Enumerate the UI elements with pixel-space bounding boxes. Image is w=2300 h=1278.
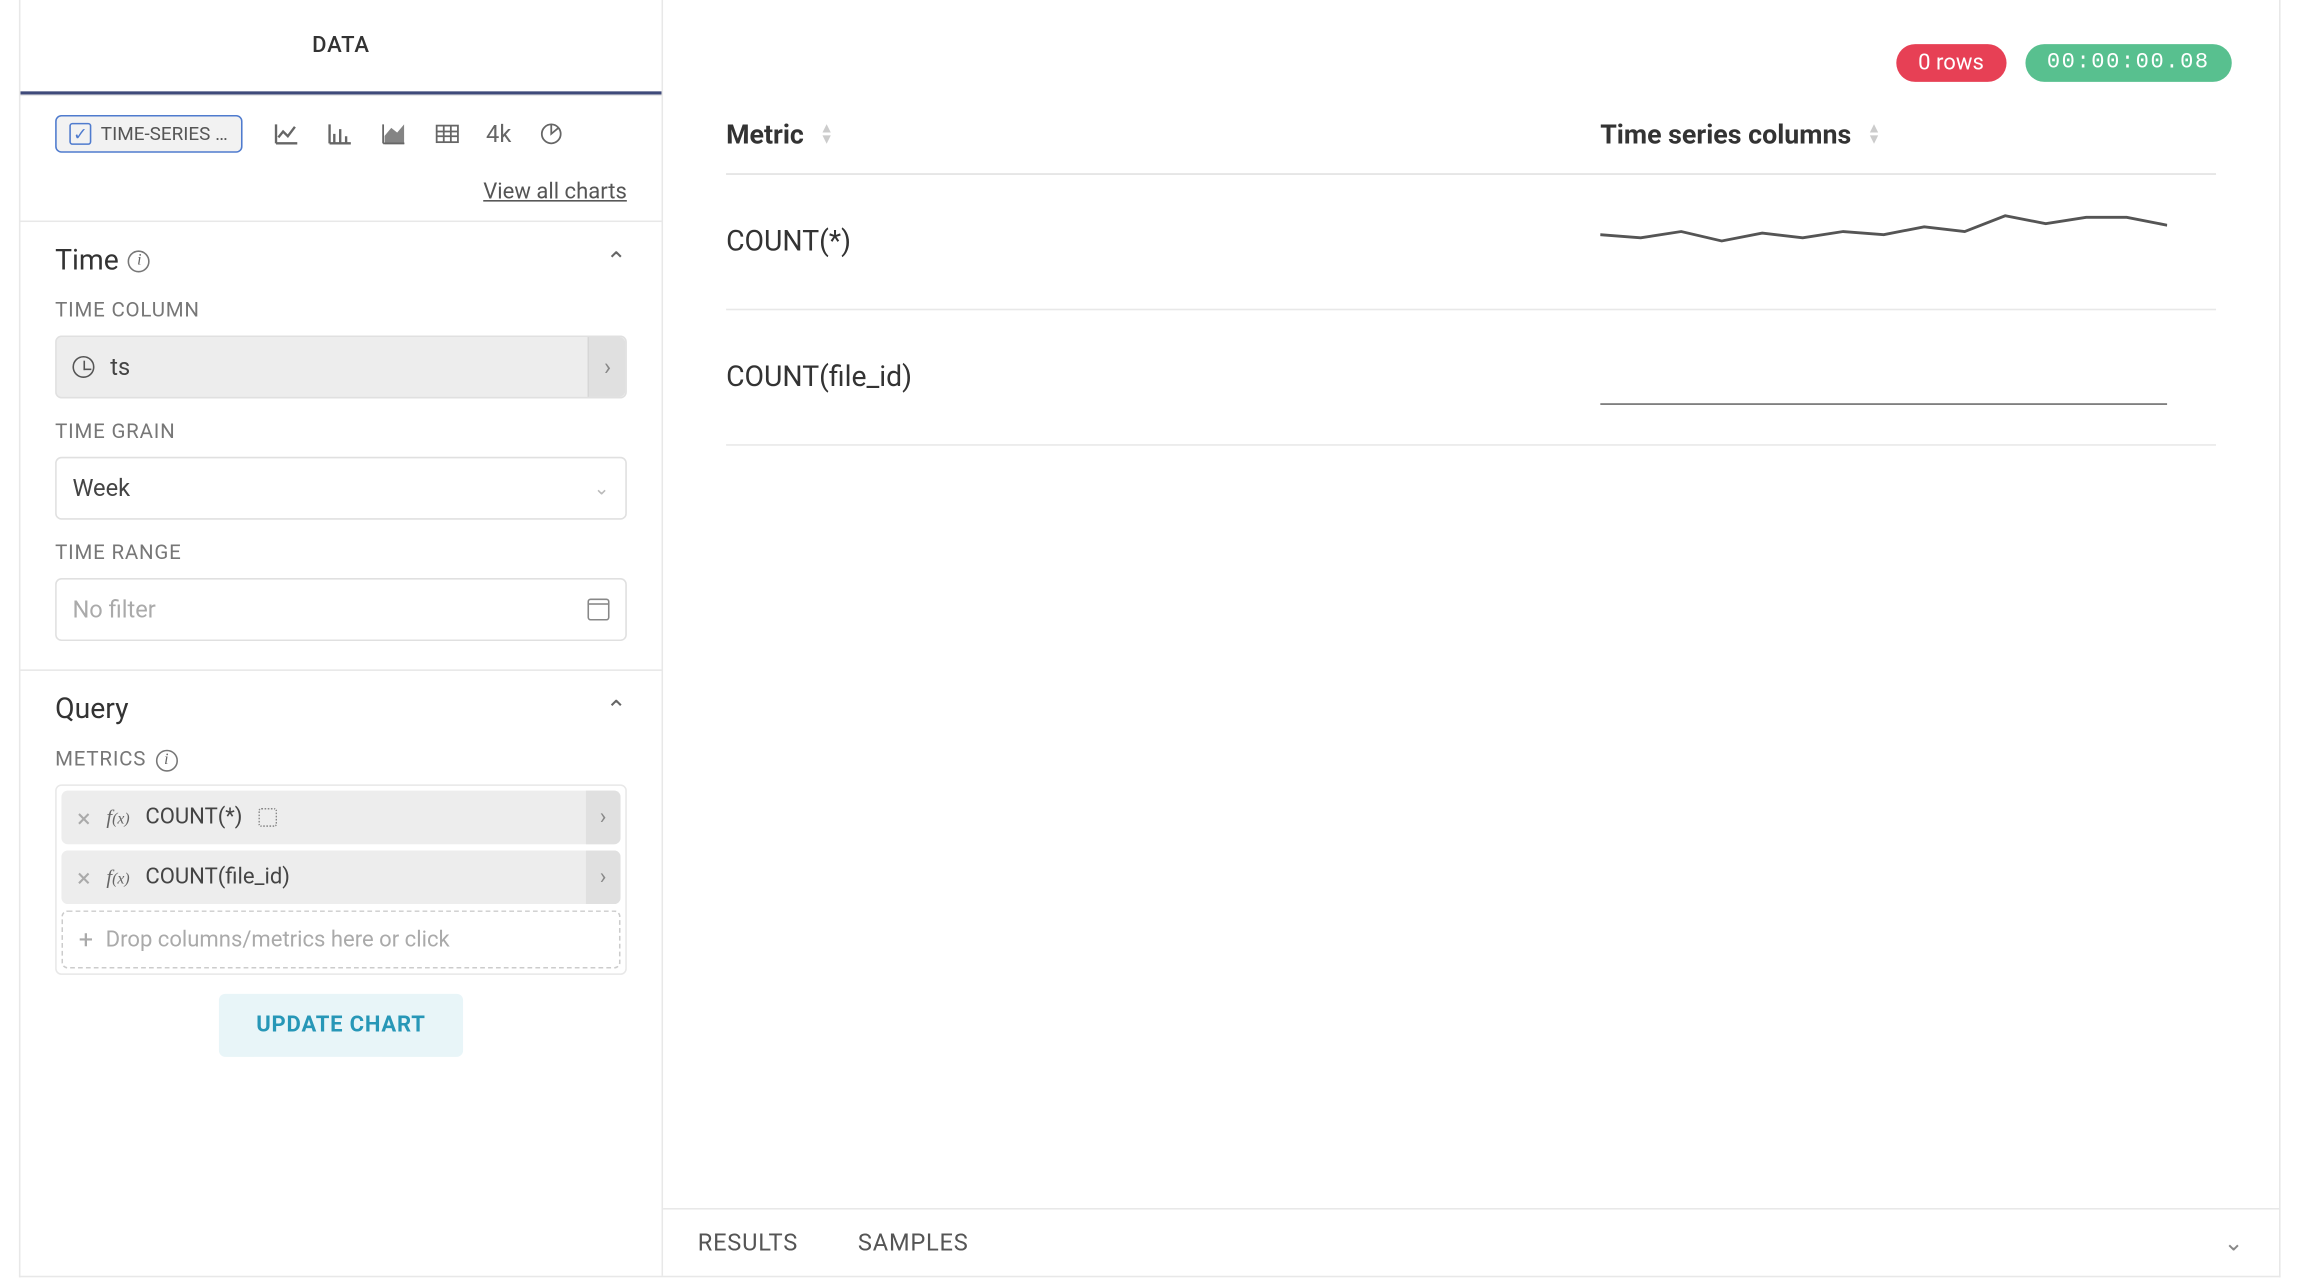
bottom-tabs: RESULTS SAMPLES ⌄ — [663, 1208, 2279, 1276]
column-header-metric[interactable]: Metric ▲▼ — [726, 120, 1600, 152]
remove-metric-icon[interactable]: × — [77, 862, 90, 892]
chart-type-label: TIME-SERIES … — [101, 123, 228, 145]
metric-pill[interactable]: × f(x) COUNT(*) › — [61, 791, 620, 845]
section-query-header[interactable]: Query ⌃ — [55, 693, 627, 726]
remove-metric-icon[interactable]: × — [77, 802, 90, 832]
chart-type-row: ✓ TIME-SERIES … 4k — [20, 96, 661, 162]
metric-cell: COUNT(*) — [726, 225, 1600, 258]
sidebar-tabs: DATA — [20, 0, 661, 96]
metric-cell: COUNT(file_id) — [726, 361, 1600, 394]
tab-results[interactable]: RESULTS — [698, 1229, 798, 1257]
time-column-select[interactable]: ts › — [55, 335, 627, 398]
fx-icon: f(x) — [106, 865, 129, 890]
area-chart-icon[interactable] — [379, 120, 407, 148]
sidebar: DATA ✓ TIME-SERIES … 4k View all chart — [20, 0, 663, 1276]
sparkline-cell — [1600, 342, 2167, 413]
time-range-label: TIME RANGE — [55, 542, 627, 566]
chart-type-chip[interactable]: ✓ TIME-SERIES … — [55, 115, 242, 153]
section-query: Query ⌃ METRICS i × f(x) COUNT(*) › — [20, 669, 661, 1101]
time-grain-label: TIME GRAIN — [55, 421, 627, 445]
info-icon: i — [156, 749, 178, 771]
chevron-down-icon: ⌄ — [594, 477, 610, 499]
metric-label: COUNT(file_id) — [145, 865, 290, 890]
time-badge: 00:00:00.08 — [2025, 44, 2232, 82]
line-chart-icon[interactable] — [272, 120, 300, 148]
sort-icon[interactable]: ▲▼ — [1867, 126, 1881, 145]
table-header: Metric ▲▼ Time series columns ▲▼ — [726, 120, 2216, 175]
chevron-right-icon: › — [586, 791, 621, 845]
tab-samples[interactable]: SAMPLES — [858, 1229, 969, 1257]
section-query-title: Query — [55, 693, 128, 726]
time-grain-select[interactable]: Week ⌄ — [55, 457, 627, 520]
sparkline-cell — [1600, 206, 2167, 277]
chevron-right-icon: › — [588, 337, 625, 397]
time-range-placeholder: No filter — [72, 595, 155, 623]
chart-type-icons: 4k — [272, 120, 565, 148]
section-time: Time i ⌃ TIME COLUMN ts › TIME GRAIN Wee… — [20, 221, 661, 670]
update-chart-button[interactable]: UPDATE CHART — [218, 994, 463, 1057]
sparkline — [1600, 206, 2167, 269]
view-all-charts-link[interactable]: View all charts — [483, 180, 627, 205]
drop-zone-label: Drop columns/metrics here or click — [106, 927, 450, 952]
calendar-icon — [587, 599, 609, 621]
pie-chart-icon[interactable] — [537, 120, 565, 148]
chevron-right-icon: › — [586, 851, 621, 905]
check-icon: ✓ — [69, 123, 91, 145]
sparkline — [1600, 342, 2167, 405]
chevron-up-icon: ⌃ — [606, 246, 627, 276]
time-column-label: TIME COLUMN — [55, 299, 627, 323]
chevron-down-icon[interactable]: ⌄ — [2224, 1229, 2245, 1257]
table-row: COUNT(file_id) — [726, 310, 2216, 445]
bar-chart-icon[interactable] — [325, 120, 353, 148]
metric-pill[interactable]: × f(x) COUNT(file_id) › — [61, 851, 620, 905]
metrics-drop-zone[interactable]: + Drop columns/metrics here or click — [61, 910, 620, 968]
section-time-header[interactable]: Time i ⌃ — [55, 244, 627, 277]
tab-data[interactable]: DATA — [20, 0, 661, 95]
sidebar-scroll: ✓ TIME-SERIES … 4k View all charts — [20, 96, 661, 1276]
metric-label: COUNT(*) — [145, 805, 242, 830]
table-icon[interactable] — [432, 120, 460, 148]
metrics-group: × f(x) COUNT(*) › × f(x) COUNT(file_id) … — [55, 784, 627, 975]
time-range-select[interactable]: No filter — [55, 578, 627, 641]
table-row: COUNT(*) — [726, 175, 2216, 310]
fx-icon: f(x) — [106, 805, 129, 830]
metric-extra-icon — [258, 808, 277, 827]
status-badges: 0 rows 00:00:00.08 — [1896, 44, 2232, 82]
clock-icon — [72, 356, 94, 378]
results-table: Metric ▲▼ Time series columns ▲▼ COUNT(*… — [663, 120, 2279, 1208]
time-column-value: ts — [110, 353, 130, 381]
main-area: 0 rows 00:00:00.08 Metric ▲▼ Time series… — [663, 0, 2279, 1276]
column-header-timeseries[interactable]: Time series columns ▲▼ — [1600, 120, 1881, 152]
plus-icon: + — [79, 925, 93, 955]
rows-badge: 0 rows — [1896, 44, 2006, 82]
section-time-title: Time — [55, 244, 119, 277]
info-icon: i — [128, 250, 150, 272]
sort-icon[interactable]: ▲▼ — [820, 126, 834, 145]
metrics-label: METRICS i — [55, 748, 627, 772]
chevron-up-icon: ⌃ — [606, 695, 627, 725]
time-grain-value: Week — [72, 474, 130, 502]
big-number-icon[interactable]: 4k — [486, 120, 511, 148]
